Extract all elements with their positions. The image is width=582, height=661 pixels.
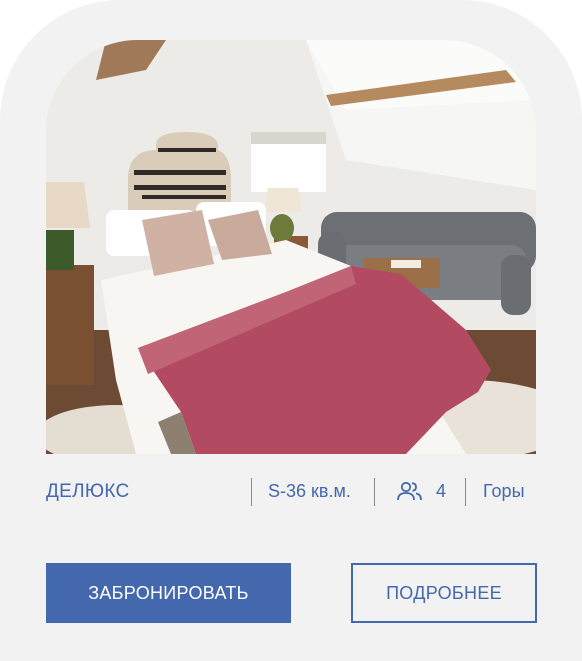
bedroom-image xyxy=(46,40,536,454)
book-button[interactable]: ЗАБРОНИРОВАТЬ xyxy=(46,563,291,623)
room-info: ДЕЛЮКС S-36 кв.м. 4 Горы xyxy=(46,472,536,512)
divider xyxy=(374,478,375,506)
room-type-label: ДЕЛЮКС xyxy=(46,481,130,502)
room-photo[interactable] xyxy=(46,40,536,454)
room-view: Горы xyxy=(483,481,525,501)
divider xyxy=(465,478,466,506)
room-card: ДЕЛЮКС S-36 кв.м. 4 Горы ЗАБРОНИРОВАТЬ П… xyxy=(0,0,582,661)
details-button[interactable]: ПОДРОБНЕЕ xyxy=(351,563,537,623)
users-icon xyxy=(396,480,424,502)
divider xyxy=(251,478,252,506)
room-size: S-36 кв.м. xyxy=(268,481,351,501)
guest-count: 4 xyxy=(436,481,447,501)
